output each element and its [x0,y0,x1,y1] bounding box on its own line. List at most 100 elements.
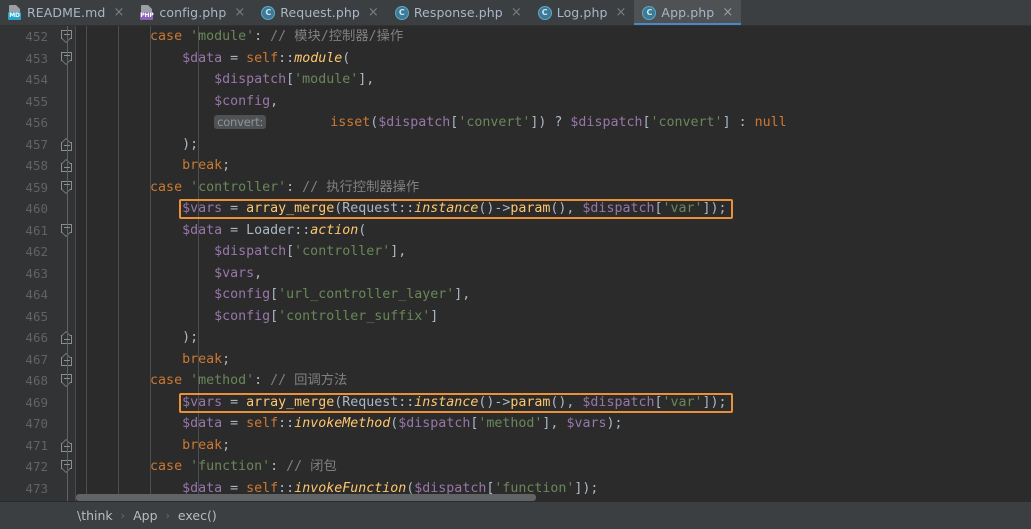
code-token: $dispatch [570,115,643,130]
line-number: 454 [25,72,48,87]
php-class-icon: C [261,5,276,20]
code-line[interactable]: $vars, [86,263,1031,285]
code-token: 'controller' [190,179,287,195]
editor-tab-app-php[interactable]: C App.php × [634,0,742,25]
horizontal-scrollbar[interactable] [76,494,536,501]
code-token: // 闭包 [278,459,337,474]
code-token: ]) [530,115,555,130]
code-line[interactable]: case 'controller': // 执行控制器操作 [86,177,1031,199]
code-line[interactable]: $config['url_controller_layer'], [86,284,1031,306]
code-token: array_merge [246,201,335,216]
code-line[interactable]: break; [86,155,1031,177]
editor-tab-response-php[interactable]: C Response.php × [386,0,530,25]
line-number: 467 [25,351,48,367]
breadcrumb-item[interactable]: App [132,508,158,523]
code-token: :: [398,394,415,410]
code-token: ]); [574,480,599,496]
editor-tab-config-php[interactable]: PHP config.php × [132,0,254,25]
code-token: :: [294,222,311,238]
editor-gutter[interactable]: 452 453 454 455 456 457 458 459 460 461 462 463 464 4… [0,26,76,501]
close-icon[interactable]: × [367,6,380,19]
code-token: ? [554,115,571,130]
code-line[interactable]: $data = self::module( [86,48,1031,70]
code-token: $config [214,93,271,109]
code-token: ] [430,308,439,324]
editor-tab-readme-md[interactable]: MD README.md × [0,0,133,25]
code-line[interactable]: $vars = array_merge(Request::instance()-… [86,392,1031,414]
line-number: 458 [25,158,48,173]
code-token: 'method' [478,416,543,431]
code-line[interactable]: case 'function': // 闭包 [86,456,1031,478]
close-icon[interactable]: × [510,6,523,19]
fold-row [60,134,76,156]
parameter-hint-badge: convert: [214,115,267,129]
code-line[interactable]: $config, [86,91,1031,113]
code-token: ], [358,72,375,87]
line-number: 452 [25,29,48,44]
code-token: $vars [214,265,255,281]
code-token: ); [606,416,623,431]
editor-tab-label: Request.php [280,5,360,20]
code-token: ]); [702,394,727,410]
line-number: 473 [25,480,48,496]
code-line[interactable]: $config['controller_suffix'] [86,306,1031,328]
code-token: : [254,29,263,44]
close-icon[interactable]: × [721,6,734,19]
code-token: 'var' [662,201,703,216]
breadcrumb-item[interactable]: \think [76,508,114,523]
code-token: : [286,179,295,195]
code-token: invokeMethod [294,416,391,431]
code-line[interactable]: ); [86,134,1031,156]
code-line[interactable]: break; [86,349,1031,371]
close-icon[interactable]: × [112,6,125,19]
code-line[interactable]: $data = Loader::action( [86,220,1031,242]
code-line[interactable]: case 'module': // 模块/控制器/操作 [86,26,1031,48]
code-token: 'module' [294,72,359,87]
code-line[interactable]: $dispatch['controller'], [86,241,1031,263]
code-line[interactable]: $vars = array_merge(Request::instance()-… [86,198,1031,220]
line-number: 453 [25,50,48,66]
code-line[interactable]: convert: isset($dispatch['convert']) ? $… [86,112,1031,134]
editor-tab-log-php[interactable]: C Log.php × [529,0,635,25]
breadcrumb-item[interactable]: exec() [177,508,218,523]
close-icon[interactable]: × [233,6,246,19]
code-line[interactable]: ); [86,327,1031,349]
line-number: 457 [25,136,48,152]
editor-tab-request-php[interactable]: C Request.php × [253,0,387,25]
code-editor[interactable]: 452 453 454 455 456 457 458 459 460 461 462 463 464 4… [0,26,1031,501]
editor-tab-label: Log.php [556,5,608,20]
code-token: ; [222,437,231,453]
code-token: : [254,373,263,388]
code-content-area[interactable]: case 'module': // 模块/控制器/操作 $data = self… [76,26,1031,501]
code-token: ], [542,416,567,431]
code-token: $vars [566,416,607,431]
code-token: Loader [246,222,295,238]
breadcrumb-bar: \think › App › exec() [0,501,1031,529]
code-token: ], [390,244,407,259]
code-token: $dispatch [582,201,655,216]
php-class-icon: C [642,5,657,20]
code-line[interactable]: $data = self::invokeMethod($dispatch['me… [86,413,1031,435]
code-token: 'controller_suffix' [278,308,431,324]
code-token: :: [278,416,295,431]
code-token: null [754,115,787,130]
php-file-icon: PHP [140,5,154,20]
code-token: 'function' [190,459,271,474]
code-token: 'module' [190,29,255,44]
code-line[interactable]: $dispatch['module'], [86,69,1031,91]
fold-row [60,26,76,48]
close-icon[interactable]: × [615,6,628,19]
fold-row [60,91,76,113]
fold-row [60,456,76,478]
code-line[interactable]: break; [86,435,1031,457]
fold-row [60,435,76,457]
code-line[interactable]: case 'method': // 回调方法 [86,370,1031,392]
code-folding-column[interactable] [60,26,76,499]
